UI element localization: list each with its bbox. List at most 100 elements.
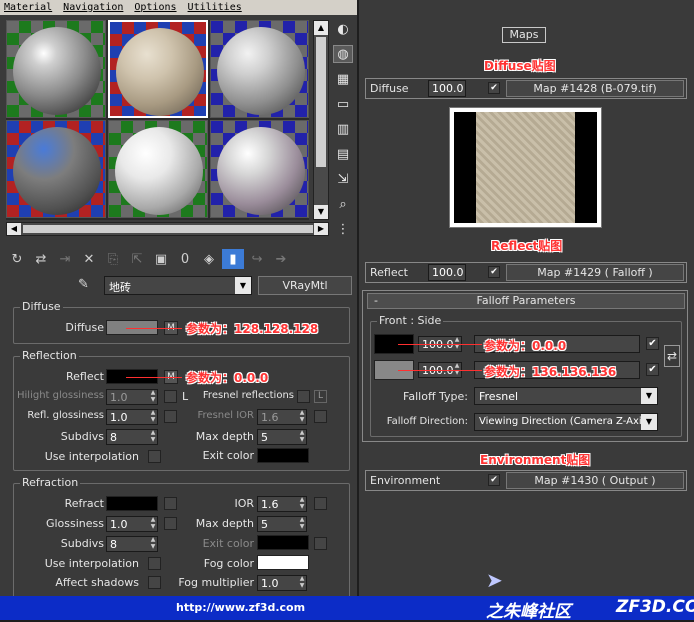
refract-map-box[interactable] <box>164 497 177 510</box>
material-type-button[interactable]: VRayMtl <box>258 276 352 295</box>
refr-exit-color-swatch[interactable] <box>257 535 309 550</box>
material-name-field[interactable]: 地砖 ▼ <box>104 276 252 295</box>
diffuse-map-checkbox[interactable]: ✔ <box>488 82 500 94</box>
refl-glossiness-map-box[interactable] <box>164 410 177 423</box>
hilight-lock-checkbox[interactable] <box>164 390 177 403</box>
chevron-down-icon[interactable]: ▼ <box>641 414 657 430</box>
diffuse-map-row: Diffuse 100.0 ✔ Map #1428 (B-079.tif) <box>365 78 687 99</box>
chevron-down-icon[interactable]: ▼ <box>235 277 251 294</box>
pick-material-icon[interactable]: ✎ <box>78 277 98 295</box>
swap-colors-icon[interactable]: ⇄ <box>664 345 680 367</box>
material-map-navigator-icon[interactable]: ⋮ <box>333 220 353 238</box>
falloff-type-dropdown[interactable]: Fresnel ▼ <box>474 387 658 405</box>
spinner-arrows-icon[interactable]: ▲ ▼ <box>297 409 307 425</box>
menu-utilities[interactable]: Utilities <box>188 2 242 13</box>
video-color-check-icon[interactable]: ▥ <box>333 120 353 138</box>
maps-rollout-button[interactable]: Maps <box>502 27 546 43</box>
make-preview-icon[interactable]: ▤ <box>333 145 353 163</box>
show-end-result-icon[interactable]: ◈ <box>198 249 220 269</box>
falloff-direction-dropdown[interactable]: Viewing Direction (Camera Z-Axis) ▼ <box>474 413 658 431</box>
fog-multiplier-spinner[interactable]: 1.0 ▲ ▼ <box>257 575 307 591</box>
spinner-arrows-icon[interactable]: ▲ ▼ <box>148 429 158 445</box>
diffuse-map-preview <box>449 107 602 228</box>
chevron-down-icon[interactable]: ▼ <box>641 388 657 404</box>
menu-options[interactable]: Options <box>134 2 176 13</box>
glossiness-map-box[interactable] <box>164 517 177 530</box>
spinner-arrows-icon[interactable]: ▲ ▼ <box>148 389 158 405</box>
scroll-down-arrow-icon[interactable]: ▼ <box>314 205 328 219</box>
put-material-icon[interactable]: ⇄ <box>30 249 52 269</box>
reflect-amount-field[interactable]: 100.0 <box>428 264 466 281</box>
side-annotation: 参数为：136.136.136 <box>484 365 617 379</box>
spinner-arrows-icon[interactable]: ▲ ▼ <box>148 536 158 552</box>
sample-slot-1[interactable] <box>6 20 106 118</box>
go-to-parent-icon[interactable]: ▮ <box>222 249 244 269</box>
fresnel-ior-spinner[interactable]: 1.6 ▲ ▼ <box>257 409 307 425</box>
sample-slot-2[interactable] <box>108 20 208 118</box>
reflect-map-button[interactable]: Map #1429 ( Falloff ) <box>506 264 684 281</box>
sample-slot-5[interactable] <box>108 120 208 218</box>
spinner-arrows-icon[interactable]: ▲ ▼ <box>148 516 158 532</box>
show-map-in-viewport-icon[interactable]: 0 <box>174 249 196 269</box>
refract-color-swatch[interactable] <box>106 496 158 511</box>
refr-use-interpolation-checkbox[interactable] <box>148 557 161 570</box>
side-map-checkbox[interactable]: ✔ <box>646 363 659 376</box>
sample-type-icon[interactable]: ◐ <box>333 20 353 38</box>
scroll-left-arrow-icon[interactable]: ◀ <box>7 223 21 235</box>
spinner-arrows-icon[interactable]: ▲ ▼ <box>148 409 158 425</box>
use-interpolation-checkbox[interactable] <box>148 450 161 463</box>
diffuse-amount-field[interactable]: 100.0 <box>428 80 466 97</box>
scroll-thumb[interactable] <box>23 225 313 233</box>
refr-max-depth-spinner[interactable]: 5 ▲ ▼ <box>257 516 307 532</box>
sample-slot-6[interactable] <box>210 120 309 218</box>
refr-subdivs-spinner[interactable]: 8 ▲ ▼ <box>106 536 158 552</box>
scroll-right-arrow-icon[interactable]: ▶ <box>314 223 328 235</box>
go-forward-sibling-icon[interactable]: ↪ <box>246 249 268 269</box>
go-forward-icon[interactable]: ➔ <box>270 249 292 269</box>
spinner-arrows-icon[interactable]: ▲ ▼ <box>297 575 307 591</box>
menu-navigation[interactable]: Navigation <box>63 2 123 13</box>
exit-color-swatch[interactable] <box>257 448 309 463</box>
spinner-arrows-icon[interactable]: ▲ ▼ <box>297 516 307 532</box>
environment-map-button[interactable]: Map #1430 ( Output ) <box>506 472 684 489</box>
make-unique-icon[interactable]: ⎘ <box>102 249 124 269</box>
diffuse-map-button[interactable]: Map #1428 (B-079.tif) <box>506 80 684 97</box>
front-map-checkbox[interactable]: ✔ <box>646 337 659 350</box>
ior-spinner[interactable]: 1.6 ▲ ▼ <box>257 496 307 512</box>
glossiness-spinner[interactable]: 1.0 ▲ ▼ <box>106 516 158 532</box>
refr-exit-color-checkbox[interactable] <box>314 537 327 550</box>
collapse-icon[interactable]: - <box>374 294 378 308</box>
fresnel-ior-map-box[interactable] <box>314 410 327 423</box>
slots-vertical-scrollbar[interactable]: ▲ ▼ <box>313 20 329 220</box>
falloff-rollout-header[interactable]: - Falloff Parameters <box>367 293 685 309</box>
backlight-icon[interactable]: ◍ <box>333 45 353 63</box>
fresnel-lock-button[interactable]: L <box>314 390 327 403</box>
spinner-arrows-icon[interactable]: ▲ ▼ <box>297 429 307 445</box>
fresnel-reflections-checkbox[interactable] <box>297 390 310 403</box>
max-depth-spinner[interactable]: 5 ▲ ▼ <box>257 429 307 445</box>
spinner-arrows-icon[interactable]: ▲ ▼ <box>297 496 307 512</box>
environment-map-checkbox[interactable]: ✔ <box>488 474 500 486</box>
subdivs-spinner[interactable]: 8 ▲ ▼ <box>106 429 158 445</box>
select-by-material-icon[interactable]: ⌕ <box>333 195 353 213</box>
hilight-glossiness-spinner[interactable]: 1.0 ▲ ▼ <box>106 389 158 405</box>
options-icon[interactable]: ⇲ <box>333 170 353 188</box>
material-effects-channel-icon[interactable]: ▣ <box>150 249 172 269</box>
background-checker-icon[interactable]: ▦ <box>333 70 353 88</box>
scroll-thumb[interactable] <box>316 37 326 167</box>
reflect-map-checkbox[interactable]: ✔ <box>488 266 500 278</box>
get-material-icon[interactable]: ↻ <box>6 249 28 269</box>
scroll-up-arrow-icon[interactable]: ▲ <box>314 21 328 35</box>
assign-material-icon[interactable]: ⇥ <box>54 249 76 269</box>
fog-color-swatch[interactable] <box>257 555 309 570</box>
ior-map-box[interactable] <box>314 497 327 510</box>
reset-map-icon[interactable]: ✕ <box>78 249 100 269</box>
sample-uv-tiling-icon[interactable]: ▭ <box>333 95 353 113</box>
sample-slot-4[interactable] <box>6 120 106 218</box>
menu-material[interactable]: Material <box>4 2 52 13</box>
put-to-library-icon[interactable]: ⇱ <box>126 249 148 269</box>
refl-glossiness-spinner[interactable]: 1.0 ▲ ▼ <box>106 409 158 425</box>
slots-horizontal-scrollbar[interactable]: ◀ ▶ <box>6 222 329 236</box>
sample-slot-3[interactable] <box>210 20 309 118</box>
affect-shadows-checkbox[interactable] <box>148 576 161 589</box>
